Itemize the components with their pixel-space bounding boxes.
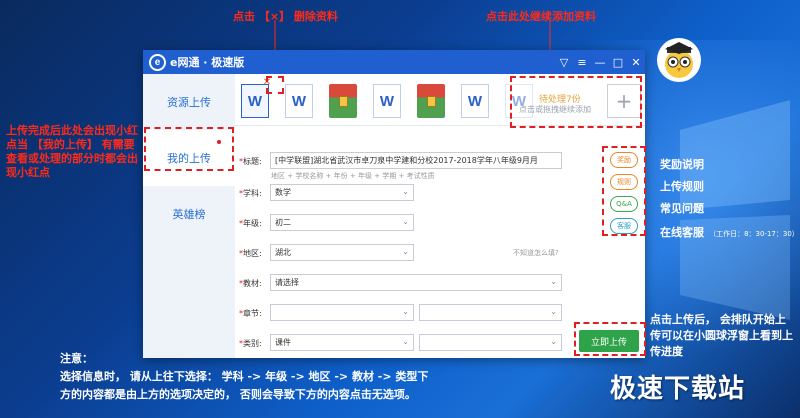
chevron-down-icon: ⌄ bbox=[402, 247, 409, 256]
chevron-down-icon: ⌄ bbox=[402, 307, 409, 316]
file-thumb[interactable]: W bbox=[241, 84, 269, 118]
grade-select[interactable]: 初二 ⌄ bbox=[270, 214, 414, 231]
upload-annotation: 点击上传后， 会排队开始上 传可以在小圆球浮窗上看到上 传进度 bbox=[650, 313, 793, 358]
close-icon[interactable]: ✕ bbox=[627, 50, 645, 74]
title-input[interactable]: [中学联盟]湖北省武汉市卓刀泉中学建和分校2017-2018学年八年级9月月 bbox=[270, 152, 562, 169]
chevron-down-icon: ⌄ bbox=[402, 187, 409, 196]
tools-highlight bbox=[602, 146, 646, 236]
grade-label: *年级: bbox=[239, 219, 262, 228]
chevron-down-icon: ⌄ bbox=[402, 217, 409, 226]
title-hint: 地区 + 学校名称 + 年份 + 年级 + 学期 + 考试性质 bbox=[271, 172, 435, 180]
sidebar-item-leaderboard[interactable]: 英雄榜 bbox=[143, 186, 235, 242]
add-highlight bbox=[510, 76, 642, 128]
sub-type-select[interactable]: ⌄ bbox=[419, 334, 562, 351]
chevron-down-icon: ⌄ bbox=[550, 307, 557, 316]
textbook-select[interactable]: 请选择 ⌄ bbox=[270, 274, 562, 291]
chapter-label: *章节: bbox=[239, 309, 262, 318]
bottom-note: 注意： 选择信息时， 请从上往下选择： 学科 -> 年级 -> 地区 -> 教材… bbox=[60, 352, 429, 401]
type-label: *类别: bbox=[239, 339, 262, 348]
upload-progress-ball[interactable] bbox=[657, 38, 701, 82]
watermark: 极速下载站 bbox=[610, 374, 746, 404]
archive-file-icon[interactable] bbox=[417, 84, 445, 118]
region-help-link[interactable]: 不知道怎么填? bbox=[513, 248, 559, 258]
archive-file-icon[interactable] bbox=[329, 84, 357, 118]
type-select[interactable]: 课件 ⌄ bbox=[270, 334, 414, 351]
title-label: *标题: bbox=[239, 157, 262, 166]
region-label: *地区: bbox=[239, 249, 262, 258]
submit-highlight bbox=[574, 322, 646, 356]
service-hours: （工作日：8：30-17：30） bbox=[709, 230, 799, 238]
chevron-down-icon: ⌄ bbox=[550, 337, 557, 346]
sidebar-item-upload[interactable]: 资源上传 bbox=[143, 74, 235, 130]
subject-select[interactable]: 数学 ⌄ bbox=[270, 184, 414, 201]
maximize-icon[interactable]: □ bbox=[609, 50, 627, 74]
menu-icon[interactable]: ≡ bbox=[573, 50, 591, 74]
app-title: e网通 · 极速版 bbox=[170, 56, 245, 69]
chevron-down-icon: ⌄ bbox=[550, 277, 557, 286]
app-logo-icon: e bbox=[149, 53, 166, 71]
subject-label: *学科: bbox=[239, 189, 262, 198]
add-annotation: 点击此处继续添加资料 bbox=[486, 10, 596, 23]
tool-annotations: 奖励说明 上传规则 常见问题 在线客服 （工作日：8：30-17：30） bbox=[660, 158, 799, 239]
sidebar: 资源上传 我的上传 英雄榜 bbox=[143, 74, 235, 358]
region-select[interactable]: 湖北 ⌄ bbox=[270, 244, 414, 261]
skin-icon[interactable]: ▽ bbox=[555, 50, 573, 74]
file-thumb[interactable]: W bbox=[285, 84, 313, 118]
file-thumb[interactable]: W bbox=[461, 84, 489, 118]
textbook-label: *教材: bbox=[239, 279, 262, 288]
red-point-annotation: 上传完成后此处会出现小红 点当 【我的上传】 有需要 查看或处理的部分时都会出 … bbox=[6, 124, 138, 179]
delete-highlight bbox=[266, 76, 284, 94]
chapter-select[interactable]: ⌄ bbox=[270, 304, 414, 321]
sub-chapter-select[interactable]: ⌄ bbox=[419, 304, 562, 321]
titlebar: e e网通 · 极速版 ▽ ≡ — □ ✕ bbox=[143, 50, 645, 74]
minimize-icon[interactable]: — bbox=[591, 50, 609, 74]
my-uploads-highlight bbox=[144, 127, 234, 171]
owl-mascot-icon bbox=[665, 42, 693, 78]
file-thumb[interactable]: W bbox=[373, 84, 401, 118]
delete-annotation: 点击 【×】 删除资料 bbox=[233, 10, 338, 23]
chevron-down-icon: ⌄ bbox=[402, 337, 409, 346]
